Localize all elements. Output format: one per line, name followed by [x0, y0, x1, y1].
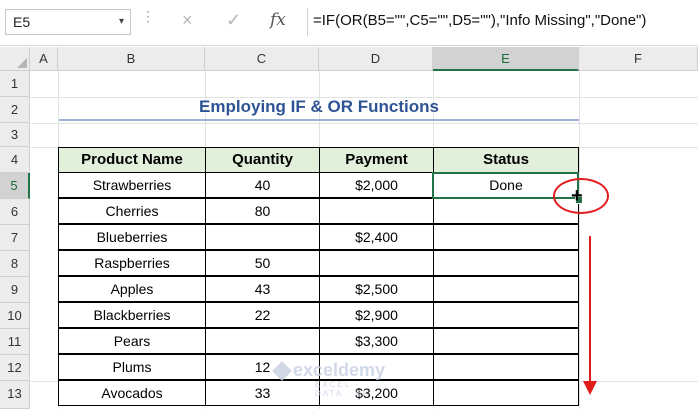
- cell-c6[interactable]: 80: [205, 198, 320, 224]
- cell-b5[interactable]: Strawberries: [58, 172, 206, 198]
- cell-c10[interactable]: 22: [205, 302, 320, 328]
- cell-c7[interactable]: [205, 224, 320, 250]
- table-header-payment[interactable]: Payment: [319, 147, 434, 173]
- formula-separator: [307, 8, 308, 36]
- column-header-b[interactable]: B: [58, 47, 205, 71]
- formula-bar: E5 ▾ ⋮ × ✓ fx =IF(OR(B5="",C5="",D5=""),…: [0, 0, 698, 46]
- insert-function-icon[interactable]: fx: [270, 10, 286, 30]
- row-header-6[interactable]: 6: [0, 199, 30, 225]
- cell-e7[interactable]: [433, 224, 579, 250]
- column-header-d[interactable]: D: [319, 47, 433, 71]
- cell-b13[interactable]: Avocados: [58, 380, 206, 406]
- row-header-2[interactable]: 2: [0, 97, 30, 123]
- cell-e13[interactable]: [433, 380, 579, 406]
- cell-b9[interactable]: Apples: [58, 276, 206, 302]
- row-header-9[interactable]: 9: [0, 277, 30, 303]
- cell-b11[interactable]: Pears: [58, 328, 206, 354]
- cell-b8[interactable]: Raspberries: [58, 250, 206, 276]
- cell-e8[interactable]: [433, 250, 579, 276]
- cell-c8[interactable]: 50: [205, 250, 320, 276]
- watermark-name: exceldemy: [293, 360, 386, 380]
- cell-c5[interactable]: 40: [205, 172, 320, 198]
- crosshair-cursor-icon: +: [571, 185, 583, 207]
- cell-d7[interactable]: $2,400: [319, 224, 434, 250]
- cell-e10[interactable]: [433, 302, 579, 328]
- exceldemy-logo-icon: [272, 361, 292, 382]
- cell-b10[interactable]: Blackberries: [58, 302, 206, 328]
- gridline: [579, 71, 580, 409]
- cell-b12[interactable]: Plums: [58, 354, 206, 380]
- title-underline: [59, 119, 579, 121]
- more-options-icon: ⋮: [141, 8, 155, 24]
- select-all-corner[interactable]: [0, 47, 30, 71]
- arrow-down-icon: [583, 381, 597, 395]
- row-header-7[interactable]: 7: [0, 225, 30, 251]
- cell-e9[interactable]: [433, 276, 579, 302]
- select-all-icon: [17, 58, 27, 68]
- row-header-13[interactable]: 13: [0, 381, 30, 409]
- row-header-1[interactable]: 1: [0, 71, 30, 97]
- row-header-8[interactable]: 8: [0, 251, 30, 277]
- formula-input[interactable]: =IF(OR(B5="",C5="",D5=""),"Info Missing"…: [313, 12, 646, 29]
- cell-d10[interactable]: $2,900: [319, 302, 434, 328]
- column-header-f[interactable]: F: [579, 47, 698, 71]
- column-header-a[interactable]: A: [30, 47, 58, 71]
- watermark-tagline: EXCEL · DATA · BI: [315, 380, 368, 398]
- table-header-status[interactable]: Status: [433, 147, 579, 173]
- cell-d6[interactable]: [319, 198, 434, 224]
- drag-down-arrow: [589, 236, 591, 384]
- chevron-down-icon[interactable]: ▾: [119, 16, 124, 27]
- enter-icon[interactable]: ✓: [226, 10, 241, 31]
- cell-c11[interactable]: [205, 328, 320, 354]
- cancel-icon[interactable]: ×: [182, 10, 193, 31]
- name-box[interactable]: E5 ▾: [5, 9, 131, 35]
- table-header-quantity[interactable]: Quantity: [205, 147, 320, 173]
- row-header-3[interactable]: 3: [0, 123, 30, 147]
- row-header-4[interactable]: 4: [0, 147, 30, 173]
- cell-d8[interactable]: [319, 250, 434, 276]
- cell-c13[interactable]: 33: [205, 380, 320, 406]
- column-header-c[interactable]: C: [205, 47, 319, 71]
- gridline: [30, 123, 698, 124]
- cell-b6[interactable]: Cherries: [58, 198, 206, 224]
- name-box-value: E5: [13, 14, 31, 30]
- sheet-title[interactable]: Employing IF & OR Functions: [59, 97, 579, 117]
- row-header-10[interactable]: 10: [0, 303, 30, 329]
- cell-e11[interactable]: [433, 328, 579, 354]
- watermark-logo: exceldemy EXCEL · DATA · BI: [272, 360, 386, 398]
- table-header-product[interactable]: Product Name: [58, 147, 206, 173]
- cell-d11[interactable]: $3,300: [319, 328, 434, 354]
- cell-b7[interactable]: Blueberries: [58, 224, 206, 250]
- cell-d5[interactable]: $2,000: [319, 172, 434, 198]
- cell-c9[interactable]: 43: [205, 276, 320, 302]
- formula-buttons: × ✓ fx: [170, 8, 302, 36]
- column-header-e[interactable]: E: [433, 47, 579, 71]
- row-header-11[interactable]: 11: [0, 329, 30, 355]
- row-header-12[interactable]: 12: [0, 355, 30, 381]
- cell-e12[interactable]: [433, 354, 579, 380]
- cell-d9[interactable]: $2,500: [319, 276, 434, 302]
- row-header-5[interactable]: 5: [0, 173, 30, 199]
